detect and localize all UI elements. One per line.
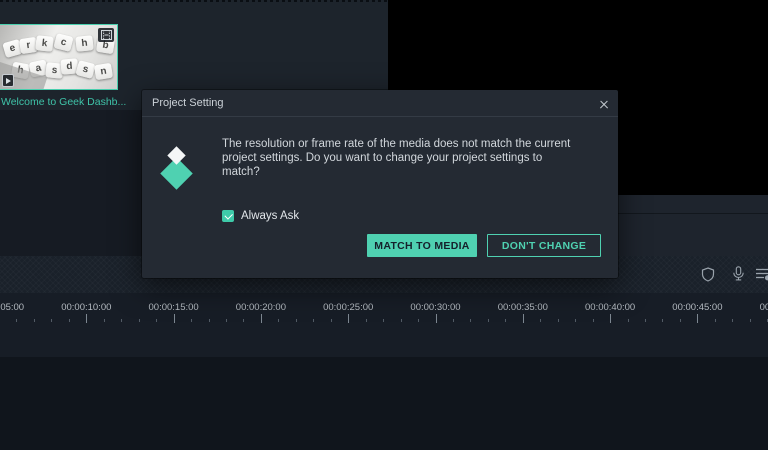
ruler-timestamp: 00:00:35:00 xyxy=(497,302,548,313)
ruler-tick xyxy=(243,319,245,322)
ruler-tick xyxy=(33,319,35,322)
close-icon[interactable] xyxy=(596,96,612,112)
ruler-timestamp: 00:00:25:00 xyxy=(323,302,374,313)
filmora-diamond-logo xyxy=(142,90,212,200)
ruler-tick xyxy=(505,319,507,322)
ruler-tick xyxy=(225,319,227,322)
always-ask-label: Always Ask xyxy=(241,210,300,222)
ruler-tick xyxy=(557,319,559,322)
ruler-tick xyxy=(452,319,454,322)
timeline-ruler[interactable]: 00:00:05:00 00:00:10:00 00:00:15:00 00:00:2… xyxy=(0,293,768,357)
ruler-tick xyxy=(662,319,664,322)
media-item-title: Welcome to Geek Dashb... xyxy=(1,96,127,108)
ruler-tick xyxy=(365,319,367,322)
ruler-tick xyxy=(732,319,734,322)
dialog-message-line: project settings. Do you want to change … xyxy=(222,151,543,164)
play-badge-icon xyxy=(2,74,14,87)
shield-icon[interactable] xyxy=(698,263,718,285)
ruler-tick xyxy=(191,319,193,322)
ruler-timestamp: 00:00:10:00 xyxy=(61,302,112,313)
mic-icon[interactable] xyxy=(728,263,748,285)
ruler-tick xyxy=(679,319,681,322)
ruler-tick xyxy=(418,319,420,322)
thumbnail-key-decoration: n xyxy=(93,62,114,81)
thumbnail-key-decoration: k xyxy=(35,35,54,52)
ruler-tick xyxy=(173,314,175,323)
match-to-media-button[interactable]: MATCH TO MEDIA xyxy=(367,234,477,257)
ruler-tick xyxy=(645,319,647,322)
ruler-tick xyxy=(68,319,70,322)
thumbnail-key-decoration: c xyxy=(53,33,74,52)
ruler-tick xyxy=(749,319,751,322)
ruler-tick xyxy=(278,319,280,322)
ruler-tick xyxy=(330,319,332,322)
dialog-header: Project Setting xyxy=(142,90,618,117)
ruler-tick xyxy=(295,319,297,322)
ruler-tick xyxy=(121,319,123,322)
ruler-tick xyxy=(400,319,402,322)
ruler-tick xyxy=(610,314,612,323)
ruler-timestamp: 00:00:20:00 xyxy=(235,302,286,313)
ruler-tick xyxy=(51,319,53,322)
dialog-message-line: The resolution or frame rate of the medi… xyxy=(222,138,571,150)
ruler-tick xyxy=(697,314,699,323)
thumbnail-key-decoration: h xyxy=(75,35,94,52)
ruler-tick xyxy=(627,319,629,322)
ruler-tick xyxy=(592,319,594,322)
ruler-tick xyxy=(313,319,315,322)
project-setting-dialog: Project Setting The resolution or frame … xyxy=(142,90,618,278)
ruler-tick xyxy=(103,319,105,322)
mixer-icon[interactable] xyxy=(754,263,768,285)
ruler-timestamp: 00:00:15:00 xyxy=(148,302,199,313)
ruler-timestamp: 00:00:45:00 xyxy=(672,302,723,313)
film-strip-icon xyxy=(98,28,114,42)
ruler-tick xyxy=(260,314,262,323)
always-ask-checkbox-row[interactable]: Always Ask xyxy=(222,210,299,222)
ruler-tick xyxy=(348,314,350,323)
dialog-message-line: match? xyxy=(222,165,260,178)
ruler-tick xyxy=(138,319,140,322)
ruler-timestamp: 00:00:30:00 xyxy=(410,302,461,313)
dont-change-button[interactable]: DON'T CHANGE xyxy=(487,234,601,257)
ruler-tick xyxy=(208,319,210,322)
ruler-timestamp: 00:00:40:00 xyxy=(585,302,636,313)
ruler-tick xyxy=(522,314,524,323)
panel-top-dashed-border xyxy=(0,0,388,2)
media-item-thumbnail[interactable]: erkchbhasdsn xyxy=(0,24,118,90)
ruler-tick xyxy=(487,319,489,322)
ruler-timestamp: 00:00:05:00 xyxy=(0,302,25,313)
dialog-message: The resolution or frame rate of the medi… xyxy=(222,138,612,179)
ruler-tick xyxy=(470,319,472,322)
ruler-tick xyxy=(575,319,577,322)
ruler-tick xyxy=(86,314,88,323)
ruler-tick xyxy=(156,319,158,322)
thumbnail-key-decoration: s xyxy=(75,60,96,79)
filmora-app-window: erkchbhasdsn Welcome to Geek Dashb... xyxy=(0,0,768,450)
ruler-tick xyxy=(714,319,716,322)
ruler-timestamp: 00:00:50:00 xyxy=(759,302,768,313)
ruler-tick xyxy=(383,319,385,322)
ruler-tick xyxy=(435,314,437,323)
always-ask-checkbox[interactable] xyxy=(222,210,234,222)
timeline-track-area xyxy=(0,357,768,450)
ruler-tick xyxy=(540,319,542,322)
ruler-tick xyxy=(16,319,18,322)
